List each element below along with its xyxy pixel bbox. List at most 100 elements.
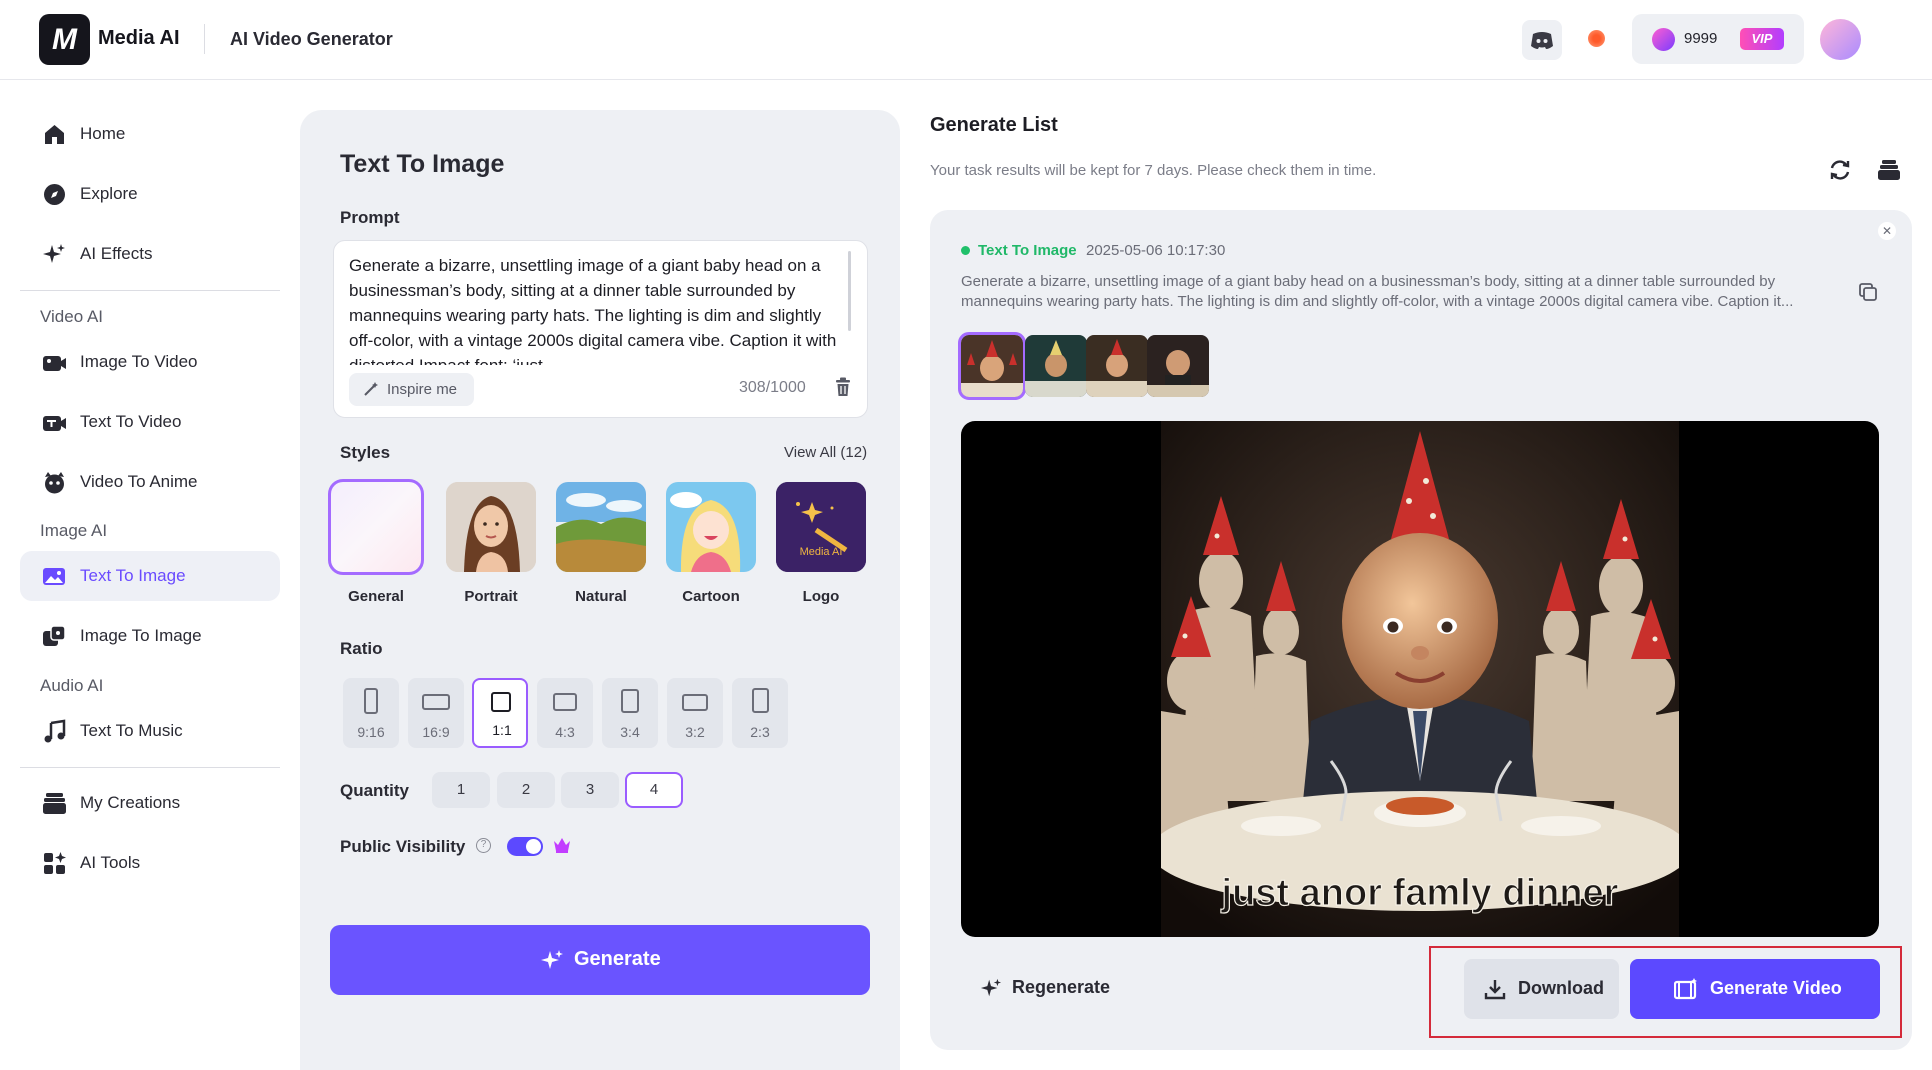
task-prompt: Generate a bizarre, unsettling image of … bbox=[961, 273, 1794, 310]
thumbnail-image bbox=[1086, 335, 1148, 397]
thumbnail-image bbox=[961, 335, 1023, 397]
quantity-option-2[interactable]: 2 bbox=[497, 772, 555, 808]
vip-badge[interactable]: VIP bbox=[1740, 28, 1784, 50]
download-label: Download bbox=[1518, 978, 1604, 998]
ratio-option-9-16[interactable]: 9:16 bbox=[343, 678, 399, 748]
ratio-option-4-3[interactable]: 4:3 bbox=[537, 678, 593, 748]
crown-icon bbox=[554, 838, 570, 853]
sidebar-item-home[interactable]: Home bbox=[20, 109, 280, 159]
sparkles-icon bbox=[980, 978, 1002, 997]
sidebar-item-my-creations[interactable]: My Creations bbox=[20, 778, 280, 828]
credits-widget[interactable]: 9999 VIP bbox=[1632, 14, 1804, 64]
style-name: General bbox=[348, 588, 404, 605]
download-icon bbox=[1484, 980, 1506, 1000]
inspire-me-label: Inspire me bbox=[387, 381, 458, 398]
prompt-text[interactable]: Generate a bizarre, unsettling image of … bbox=[349, 253, 844, 365]
natural-thumbnail bbox=[556, 482, 646, 572]
status-dot bbox=[961, 246, 970, 255]
sidebar-item-text-to-video[interactable]: Text To Video bbox=[20, 397, 280, 447]
sidebar-item-label: AI Effects bbox=[80, 244, 153, 263]
result-thumbnail[interactable] bbox=[1147, 335, 1209, 397]
sidebar-divider bbox=[20, 767, 280, 768]
app-logo[interactable]: M bbox=[39, 14, 90, 65]
notification-dot-icon[interactable] bbox=[1588, 30, 1605, 47]
anime-icon bbox=[45, 472, 64, 494]
help-icon[interactable]: ? bbox=[476, 838, 491, 853]
sidebar-item-label: Image To Video bbox=[80, 352, 198, 371]
prompt-scrollbar[interactable] bbox=[848, 251, 851, 331]
result-thumbnail[interactable] bbox=[1086, 335, 1148, 397]
logo-letter: M bbox=[52, 23, 77, 56]
ratio-label-text: 4:3 bbox=[555, 724, 575, 740]
sidebar-item-label: Text To Video bbox=[80, 412, 182, 431]
style-card-portrait[interactable] bbox=[446, 482, 536, 572]
style-name: Natural bbox=[575, 588, 627, 605]
public-visibility-label: Public Visibility bbox=[340, 837, 466, 856]
sidebar-item-ai-effects[interactable]: AI Effects bbox=[20, 229, 280, 279]
ratio-option-3-2[interactable]: 3:2 bbox=[667, 678, 723, 748]
prompt-label: Prompt bbox=[340, 208, 400, 227]
result-thumbnail[interactable] bbox=[1025, 335, 1087, 397]
copy-icon[interactable] bbox=[1858, 282, 1878, 302]
sidebar-item-label: AI Tools bbox=[80, 853, 141, 872]
ratio-option-16-9[interactable]: 16:9 bbox=[408, 678, 464, 748]
toggle-knob bbox=[526, 839, 541, 854]
credits-value: 9999 bbox=[1684, 30, 1718, 47]
style-card-cartoon[interactable] bbox=[666, 482, 756, 572]
music-note-icon bbox=[44, 719, 66, 743]
download-button[interactable]: Download bbox=[1464, 959, 1619, 1019]
text-video-icon bbox=[43, 416, 66, 431]
ratio-portrait-icon bbox=[364, 688, 378, 714]
tools-icon bbox=[44, 852, 66, 874]
regenerate-label: Regenerate bbox=[1012, 977, 1111, 997]
ratio-option-1-1[interactable]: 1:1 bbox=[472, 678, 528, 748]
user-avatar[interactable] bbox=[1820, 19, 1861, 60]
panel-title: Text To Image bbox=[340, 150, 505, 178]
ratio-option-3-4[interactable]: 3:4 bbox=[602, 678, 658, 748]
ratio-option-2-3[interactable]: 2:3 bbox=[732, 678, 788, 748]
sidebar-item-text-to-music[interactable]: Text To Music bbox=[20, 706, 280, 756]
close-icon[interactable]: ✕ bbox=[1878, 222, 1896, 240]
sidebar-item-image-to-image[interactable]: Image To Image bbox=[20, 611, 280, 661]
image-preview[interactable]: just anor famly dinner bbox=[961, 421, 1879, 937]
quantity-option-4[interactable]: 4 bbox=[625, 772, 683, 808]
generate-video-button[interactable]: Generate Video bbox=[1630, 959, 1880, 1019]
generate-video-label: Generate Video bbox=[1710, 978, 1842, 998]
sidebar-item-ai-tools[interactable]: AI Tools bbox=[20, 838, 280, 888]
sidebar-item-explore[interactable]: Explore bbox=[20, 169, 280, 219]
sidebar-item-video-to-anime[interactable]: Video To Anime bbox=[20, 457, 280, 507]
style-card-logo[interactable]: Media AI bbox=[776, 482, 866, 572]
compass-icon bbox=[44, 184, 65, 205]
thumbnail-image bbox=[1025, 335, 1087, 397]
ratio-label-text: 16:9 bbox=[422, 724, 450, 740]
result-thumbnail[interactable] bbox=[958, 332, 1026, 400]
generate-button[interactable]: Generate bbox=[330, 925, 870, 995]
brand-name[interactable]: Media AI bbox=[98, 27, 180, 50]
thumbnail-image bbox=[1147, 335, 1209, 397]
style-card-natural[interactable] bbox=[556, 482, 646, 572]
sidebar-divider bbox=[20, 290, 280, 291]
style-card-general[interactable] bbox=[328, 479, 424, 575]
sidebar-item-text-to-image[interactable]: Text To Image bbox=[20, 551, 280, 601]
image-caption: just anor famly dinner bbox=[1221, 872, 1619, 914]
sidebar-item-label: Home bbox=[80, 124, 126, 143]
quantity-option-3[interactable]: 3 bbox=[561, 772, 619, 808]
logo-badge-text: Media AI bbox=[799, 546, 843, 558]
prompt-textarea[interactable]: Generate a bizarre, unsettling image of … bbox=[333, 240, 868, 418]
ratio-landscape-icon bbox=[682, 694, 708, 711]
quantity-option-1[interactable]: 1 bbox=[432, 772, 490, 808]
sidebar: Home Explore AI Effects Video AI Image T… bbox=[0, 81, 300, 1070]
style-name: Logo bbox=[802, 588, 840, 605]
discord-button[interactable] bbox=[1522, 20, 1562, 60]
sidebar-item-image-to-video[interactable]: Image To Video bbox=[20, 337, 280, 387]
public-visibility-toggle[interactable] bbox=[507, 837, 543, 856]
inspire-me-button[interactable]: Inspire me bbox=[349, 373, 474, 406]
task-type: Text To Image bbox=[978, 242, 1077, 259]
view-all-styles-link[interactable]: View All (12) bbox=[784, 444, 867, 461]
ratio-label-text: 9:16 bbox=[357, 724, 385, 740]
history-stack-icon[interactable] bbox=[1877, 158, 1901, 182]
quantity-label: Quantity bbox=[340, 781, 409, 800]
refresh-icon[interactable] bbox=[1828, 158, 1852, 182]
trash-icon[interactable] bbox=[834, 377, 852, 397]
creations-icon bbox=[43, 793, 66, 814]
